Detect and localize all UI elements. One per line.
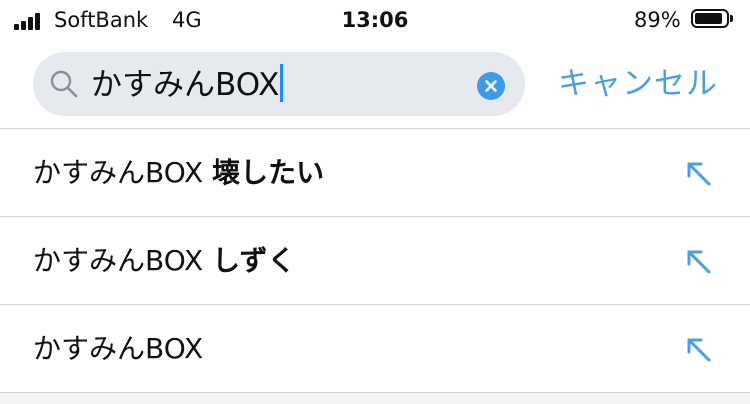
suggestion-prefix: かすみんBOX [33,156,204,189]
battery-icon [691,9,733,28]
suggestion-list: かすみんBOX 壊したい かすみんBOX しずく かすみんBOX [0,128,750,393]
search-input[interactable]: かすみんBOX [33,52,525,116]
search-query: かすみんBOX [91,64,284,105]
suggestion-label: かすみんBOX しずく [33,241,296,281]
suggestion-prefix: かすみんBOX [33,244,204,277]
battery-percent: 89% [634,8,681,32]
text-cursor [280,64,284,102]
suggestion-item[interactable]: かすみんBOX 壊したい [0,129,750,216]
clear-icon [485,80,497,92]
suggestion-label: かすみんBOX [33,329,203,369]
fill-arrow-icon[interactable] [684,159,712,187]
clear-search-button[interactable] [477,72,505,100]
search-query-text: かすみんBOX [91,67,280,103]
list-footer [0,393,750,404]
search-icon [50,70,78,98]
suggestion-item[interactable]: かすみんBOX しずく [0,217,750,304]
suggestion-suffix: しずく [212,244,296,277]
suggestion-item[interactable]: かすみんBOX [0,305,750,392]
fill-arrow-icon[interactable] [684,335,712,363]
suggestion-label: かすみんBOX 壊したい [33,153,324,193]
suggestion-suffix: 壊したい [212,156,325,189]
suggestion-prefix: かすみんBOX [33,332,204,365]
fill-arrow-icon[interactable] [684,247,712,275]
cancel-button[interactable]: キャンセル [558,64,718,104]
status-bar: SoftBank 4G 13:06 89% [0,0,750,40]
